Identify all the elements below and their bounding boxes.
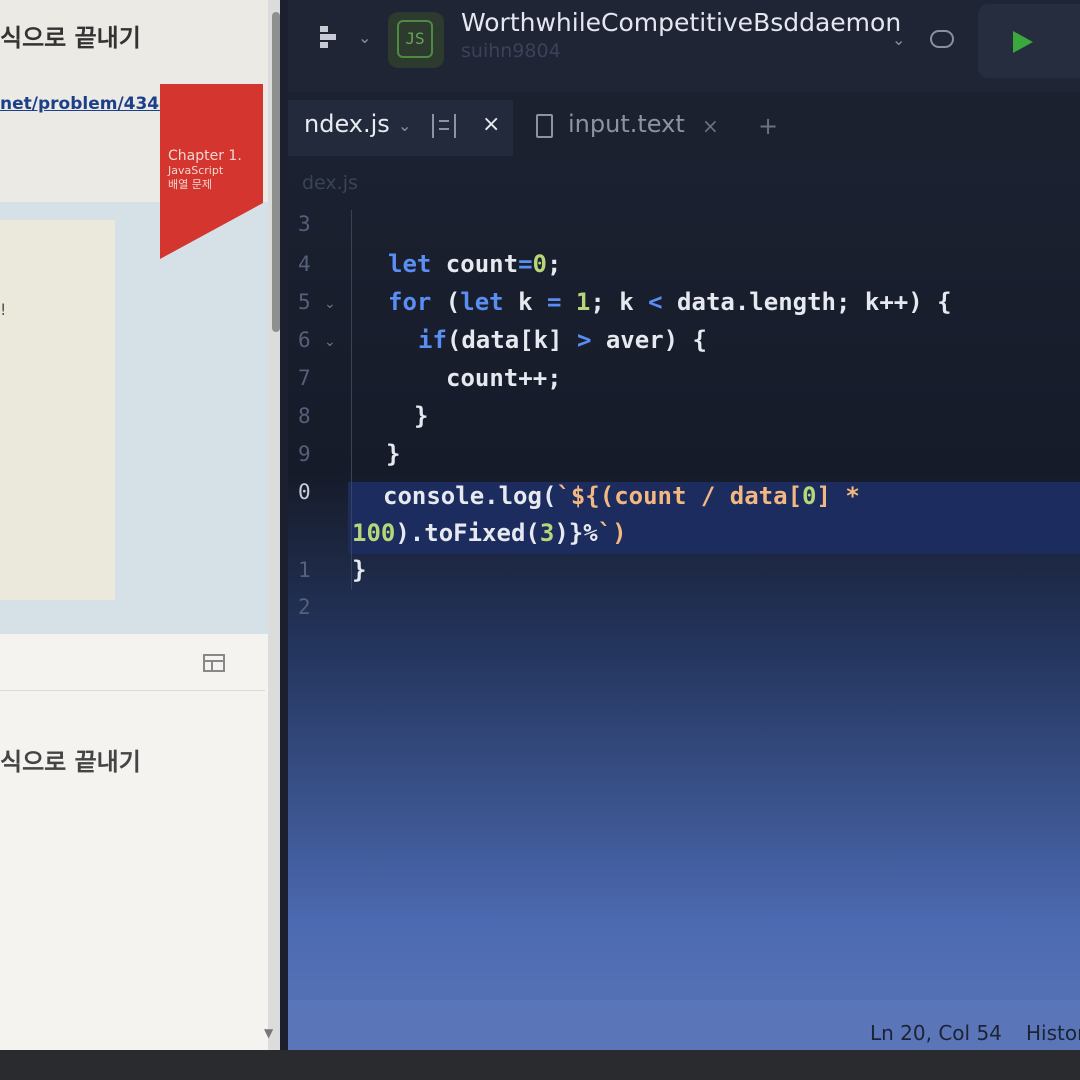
code-line[interactable]: count++; [446, 364, 562, 392]
chevron-down-icon[interactable]: ⌄ [892, 30, 905, 49]
code-line[interactable]: for (let k = 1; k < data.length; k++) { [388, 288, 952, 316]
add-tab-icon[interactable]: + [758, 112, 778, 140]
chevron-down-icon[interactable]: ⌄ [358, 28, 371, 47]
code-line[interactable]: let count=0; [388, 250, 561, 278]
split-editor-icon[interactable] [432, 114, 456, 138]
scrollbar-thumb[interactable] [272, 12, 280, 332]
line-number: 2 [298, 595, 311, 619]
lower-content [0, 634, 268, 1050]
fold-chevron-icon[interactable]: ⌄ [324, 334, 336, 350]
problem-link[interactable]: net/problem/4344 [0, 94, 171, 114]
fold-chevron-icon[interactable]: ⌄ [324, 296, 336, 312]
bookmark-subtitle-2: 배열 문제 [168, 178, 212, 191]
card-text: ! [0, 300, 7, 319]
bookmark-subtitle: JavaScript [168, 164, 224, 177]
line-number: 4 [298, 252, 311, 276]
play-icon [1013, 31, 1033, 53]
breadcrumb[interactable]: dex.js [302, 172, 358, 194]
line-number: 8 [298, 404, 311, 428]
ide-pane: ⌄ JS WorthwhileCompetitiveBsddaemon suih… [288, 0, 1080, 1050]
code-line[interactable]: if(data[k] > aver) { [418, 326, 707, 354]
file-icon [536, 114, 553, 138]
line-number: 3 [298, 212, 311, 236]
bookmark-chapter: Chapter 1. [168, 148, 242, 164]
run-button[interactable] [978, 4, 1080, 78]
code-line-current[interactable]: 100).toFixed(3)}%`) [352, 519, 627, 547]
scroll-down-icon[interactable]: ▼ [264, 1026, 273, 1040]
line-number: 1 [298, 558, 311, 582]
layout-icon[interactable] [203, 654, 225, 672]
line-number: 9 [298, 442, 311, 466]
doc-heading: 식으로 끝내기 [0, 748, 141, 776]
cursor-position[interactable]: Ln 20, Col 54 [870, 1021, 1002, 1045]
tab-label-index[interactable]: ndex.js [304, 110, 390, 138]
code-line[interactable]: } [386, 440, 400, 468]
repl-name[interactable]: WorthwhileCompetitiveBsddaemon [461, 8, 901, 37]
sidebar-toggle-icon[interactable] [320, 26, 344, 48]
history-button[interactable]: Histor [1026, 1021, 1080, 1045]
line-number: 7 [298, 366, 311, 390]
content-card [0, 220, 115, 600]
browser-pane: 식으로 끝내기 net/problem/4344 ! Chapter 1. Ja… [0, 0, 278, 1050]
monitor-bezel [0, 1050, 1080, 1080]
tab-input-text[interactable]: input.text [568, 110, 685, 138]
code-line[interactable]: } [352, 556, 366, 584]
close-icon[interactable]: × [482, 112, 500, 137]
doc-title: 식으로 끝내기 [0, 24, 141, 52]
chevron-down-icon[interactable]: ⌄ [398, 116, 411, 135]
divider [0, 690, 265, 691]
line-number-current: 0 [298, 480, 311, 504]
close-icon[interactable]: × [702, 114, 719, 138]
cloud-sync-icon[interactable] [930, 30, 954, 48]
code-line-current[interactable]: console.log(`${(count / data[0] * [383, 482, 860, 510]
code-line[interactable]: } [414, 402, 428, 430]
repl-owner[interactable]: suihn9804 [461, 40, 561, 62]
nodejs-icon: JS [388, 12, 444, 68]
